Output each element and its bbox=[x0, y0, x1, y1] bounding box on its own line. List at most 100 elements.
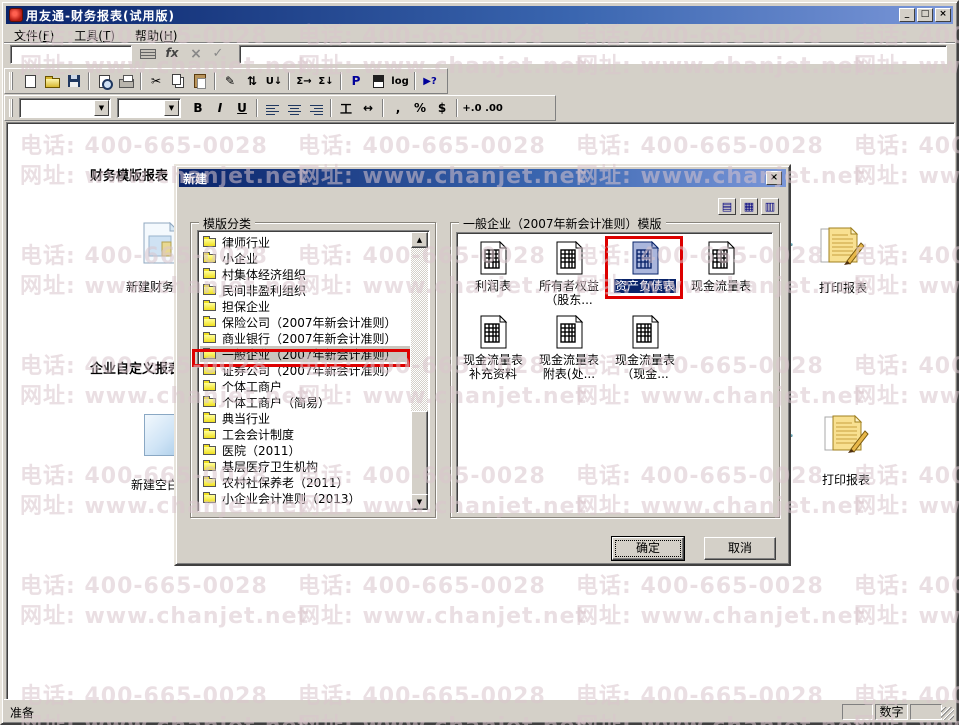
align-left-icon[interactable] bbox=[261, 98, 283, 118]
toolbar-separator bbox=[456, 99, 458, 117]
folder-icon bbox=[203, 347, 216, 359]
menu-item-help[interactable]: 帮助(H) bbox=[129, 26, 183, 43]
add-decimal-icon[interactable]: +.0 bbox=[461, 98, 483, 118]
sum-down-icon[interactable]: Σ↓ bbox=[315, 71, 337, 91]
percent-style-icon[interactable]: % bbox=[409, 98, 431, 118]
italic-button[interactable]: I bbox=[209, 98, 231, 118]
category-label: 基层医疗卫生机构 bbox=[222, 459, 319, 474]
category-item[interactable]: 个体工商户（简易） bbox=[200, 394, 410, 410]
menu-item-tools[interactable]: 工具(T) bbox=[68, 26, 121, 43]
print-report-label-1[interactable]: 打印报表 bbox=[819, 279, 867, 296]
currency-style-icon[interactable]: $ bbox=[431, 98, 453, 118]
folder-icon bbox=[203, 491, 216, 503]
toolbar-drag-handle[interactable] bbox=[9, 99, 13, 117]
category-item[interactable]: 证券公司（2007年新会计准则） bbox=[200, 362, 410, 378]
print-preview-icon[interactable] bbox=[93, 71, 115, 91]
cut-icon[interactable]: ✂ bbox=[145, 71, 167, 91]
dialog-close-button[interactable]: × bbox=[766, 171, 782, 185]
category-item[interactable]: 农村社保养老（2011） bbox=[200, 474, 410, 490]
log-icon[interactable]: log bbox=[389, 71, 411, 91]
cancel-button[interactable]: 取消 bbox=[704, 537, 776, 560]
view-large-icons-button[interactable]: ▤ bbox=[718, 198, 736, 215]
size-combo[interactable]: ▼ bbox=[117, 98, 181, 118]
print-report-icon-2[interactable] bbox=[824, 414, 870, 459]
row-height-icon[interactable]: 工 bbox=[335, 98, 357, 118]
paste-icon[interactable] bbox=[189, 71, 211, 91]
category-item[interactable]: 律师行业 bbox=[200, 234, 410, 250]
print-report-label-2[interactable]: 打印报表 bbox=[822, 471, 870, 488]
template-item[interactable]: 现金流量表 补充资料 bbox=[457, 315, 529, 381]
category-item[interactable]: 医院（2011） bbox=[200, 442, 410, 458]
print-report-icon-1[interactable] bbox=[820, 226, 866, 271]
format-painter-icon[interactable]: ✎ bbox=[219, 71, 241, 91]
template-item[interactable]: 所有者权益 （股东... bbox=[533, 241, 605, 307]
category-label: 民间非盈利组织 bbox=[222, 283, 307, 298]
copy-icon[interactable] bbox=[167, 71, 189, 91]
dialog-title: 新建 bbox=[183, 171, 208, 186]
print-icon[interactable] bbox=[115, 71, 137, 91]
sum-across-icon[interactable]: Σ→ bbox=[293, 71, 315, 91]
folder-icon bbox=[203, 459, 216, 471]
menu-item-file[interactable]: 文件(F) bbox=[8, 26, 60, 43]
scroll-thumb[interactable] bbox=[411, 411, 428, 497]
category-item[interactable]: 保险公司（2007年新会计准则） bbox=[200, 314, 410, 330]
cancel-entry-icon[interactable]: × bbox=[186, 46, 206, 63]
view-small-icons-button[interactable]: ▦ bbox=[740, 198, 758, 215]
confirm-entry-icon[interactable]: ✓ bbox=[208, 46, 228, 63]
name-box-input[interactable] bbox=[10, 45, 132, 64]
col-width-icon[interactable]: ↔ bbox=[357, 98, 379, 118]
toolbar-separator bbox=[256, 99, 258, 117]
formula-input[interactable] bbox=[239, 45, 947, 64]
context-help-icon[interactable]: ▶? bbox=[419, 71, 441, 91]
data-refresh-icon[interactable]: ⇅ bbox=[241, 71, 263, 91]
open-icon[interactable] bbox=[41, 71, 63, 91]
category-item[interactable]: 个体工商户 bbox=[200, 378, 410, 394]
resize-grip[interactable] bbox=[941, 707, 954, 720]
close-button[interactable]: × bbox=[935, 8, 951, 22]
chevron-down-icon[interactable]: ▼ bbox=[94, 100, 109, 116]
keyboard-icon[interactable] bbox=[138, 46, 158, 63]
align-center-icon[interactable] bbox=[283, 98, 305, 118]
template-item[interactable]: 利润表 bbox=[457, 241, 529, 293]
ok-button[interactable]: 确定 bbox=[611, 536, 685, 561]
template-item[interactable]: 现金流量表 附表(处... bbox=[533, 315, 605, 381]
folder-icon bbox=[203, 379, 216, 391]
category-scrollbar[interactable]: ▲ ▼ bbox=[411, 232, 428, 510]
remove-decimal-icon[interactable]: .00 bbox=[483, 98, 505, 118]
formula-bar: fx × ✓ bbox=[2, 44, 957, 66]
category-item[interactable]: 担保企业 bbox=[200, 298, 410, 314]
chevron-down-icon[interactable]: ▼ bbox=[164, 100, 179, 116]
template-label: 附表(处... bbox=[542, 367, 596, 381]
fx-icon[interactable]: fx bbox=[162, 46, 182, 63]
template-item[interactable]: 现金流量表 bbox=[685, 241, 757, 293]
page-setup-icon[interactable]: P bbox=[345, 71, 367, 91]
category-item[interactable]: 民间非盈利组织 bbox=[200, 282, 410, 298]
category-item[interactable]: 村集体经济组织 bbox=[200, 266, 410, 282]
bold-button[interactable]: B bbox=[187, 98, 209, 118]
underline-button[interactable]: U bbox=[231, 98, 253, 118]
category-item[interactable]: 典当行业 bbox=[200, 410, 410, 426]
category-item[interactable]: 商业银行（2007年新会计准则） bbox=[200, 330, 410, 346]
save-icon[interactable] bbox=[63, 71, 85, 91]
align-right-icon[interactable] bbox=[305, 98, 327, 118]
category-label: 典当行业 bbox=[222, 411, 271, 426]
sort-icon[interactable]: U↓ bbox=[263, 71, 285, 91]
comma-style-icon[interactable]: , bbox=[387, 98, 409, 118]
category-label: 保险公司（2007年新会计准则） bbox=[222, 315, 397, 330]
template-item[interactable]: 资产负债表 bbox=[609, 241, 681, 293]
minimize-button[interactable]: _ bbox=[899, 8, 915, 22]
font-combo[interactable]: ▼ bbox=[19, 98, 111, 118]
category-item[interactable]: 一般企业（2007年新会计准则） bbox=[200, 346, 410, 362]
template-item[interactable]: 现金流量表 （现金... bbox=[609, 315, 681, 381]
toolbar-drag-handle[interactable] bbox=[9, 72, 13, 90]
category-item[interactable]: 小企业会计准则（2013） bbox=[200, 490, 410, 506]
new-icon[interactable] bbox=[19, 71, 41, 91]
category-item[interactable]: 基层医疗卫生机构 bbox=[200, 458, 410, 474]
category-item[interactable]: 工会会计制度 bbox=[200, 426, 410, 442]
scroll-down-icon[interactable]: ▼ bbox=[411, 494, 428, 510]
view-list-button[interactable]: ▥ bbox=[761, 198, 779, 215]
scroll-up-icon[interactable]: ▲ bbox=[411, 232, 428, 248]
category-item[interactable]: 小企业 bbox=[200, 250, 410, 266]
maximize-button[interactable]: □ bbox=[917, 8, 933, 22]
sheet-icon[interactable] bbox=[367, 71, 389, 91]
